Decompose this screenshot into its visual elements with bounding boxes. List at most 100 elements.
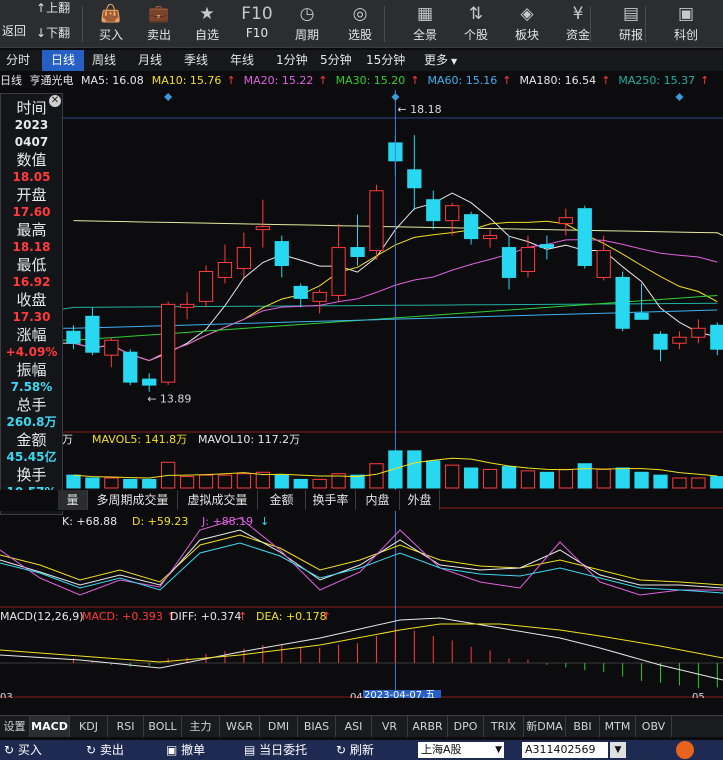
tab-indicator-7[interactable]: DMI xyxy=(260,716,298,737)
tab-period-4[interactable]: 季线 xyxy=(184,50,224,71)
tab-period-2[interactable]: 周线 xyxy=(92,50,132,71)
volume-bar xyxy=(142,478,157,489)
candle-body xyxy=(123,351,138,383)
candle-button[interactable]: ⇅ 个股 xyxy=(451,0,501,48)
tab-indicator-4[interactable]: BOLL xyxy=(144,716,182,737)
indicator-label: DMI xyxy=(267,720,290,733)
vol-tab-label: 多周期成交量 xyxy=(96,493,169,507)
tab-vol-4[interactable]: 换手率 xyxy=(306,490,356,510)
info-key: 收盘 xyxy=(16,291,47,309)
close-icon[interactable]: ✕ xyxy=(49,95,61,107)
tab-indicator-6[interactable]: W&R xyxy=(220,716,260,737)
account-dropdown-button[interactable]: ▼ xyxy=(610,742,626,758)
indicator-label: VR xyxy=(381,720,398,733)
tab-indicator-13[interactable]: TRIX xyxy=(484,716,524,737)
buy-link[interactable]: ↻ 买入 xyxy=(4,740,42,760)
candle-body xyxy=(445,205,460,222)
vol-tab-label: 换手率 xyxy=(312,493,349,507)
tab-vol-0[interactable]: 量 xyxy=(58,490,88,510)
tab-indicator-0[interactable]: 设置 xyxy=(0,716,30,737)
tab-vol-5[interactable]: 内盘 xyxy=(356,490,400,510)
x-axis-mid-label: 04 xyxy=(350,692,363,698)
tab-period-1[interactable]: 日线 xyxy=(42,50,84,71)
kline-chart[interactable]: ← 18.18 ← 13.89 万 MAVOL5: 141.8万 MAVOL10: 11… xyxy=(0,90,723,698)
tab-vol-3[interactable]: 金额 xyxy=(258,490,306,510)
volume-bar xyxy=(445,464,460,489)
tab-period-0[interactable]: 分时 xyxy=(6,50,46,71)
yen-button[interactable]: ¥ 资金 xyxy=(553,0,603,48)
period-label: 月线 xyxy=(138,53,163,67)
tab-indicator-1[interactable]: MACD xyxy=(30,716,70,737)
arrow-up-icon: ↑ xyxy=(410,74,420,87)
period-label: 15分钟 xyxy=(366,53,406,67)
account-select[interactable]: A311402569 xyxy=(522,742,608,758)
vol-tab-label: 内盘 xyxy=(365,493,390,507)
tab-indicator-2[interactable]: KDJ xyxy=(70,716,108,737)
ma-value: MA180: 16.54 xyxy=(519,74,597,87)
candle-body xyxy=(312,291,327,302)
cancel-link[interactable]: ▣ 撤单 xyxy=(166,740,205,760)
tech-button[interactable]: ▣ 科创 xyxy=(661,0,711,48)
market-select[interactable]: 上海A股 ▼ xyxy=(418,742,504,758)
star-button[interactable]: ★ 自选 xyxy=(182,0,232,48)
grid-button[interactable]: ▦ 全景 xyxy=(400,0,450,48)
page-up-button[interactable]: ↑上翻 xyxy=(36,0,70,16)
info-key: 振幅 xyxy=(16,361,47,379)
tab-period-6[interactable]: 1分钟 xyxy=(276,50,316,71)
indicator-label: W&R xyxy=(225,720,254,733)
f10-button[interactable]: F10 F10 xyxy=(232,0,282,48)
volume-bar xyxy=(691,477,706,489)
tech-icon: ▣ xyxy=(677,4,695,24)
macd-name: MACD(12,26,9) xyxy=(0,610,84,623)
today-orders-link[interactable]: ▤ 当日委托 xyxy=(244,740,307,760)
tab-indicator-10[interactable]: VR xyxy=(372,716,408,737)
tab-vol-1[interactable]: 多周期成交量 xyxy=(88,490,178,510)
tab-indicator-11[interactable]: ARBR xyxy=(408,716,448,737)
page-down-button[interactable]: ↓下翻 xyxy=(36,24,70,41)
dea-value: DEA: +0.178 xyxy=(256,610,327,623)
tab-period-8[interactable]: 15分钟 xyxy=(366,50,406,71)
tab-indicator-9[interactable]: ASI xyxy=(336,716,372,737)
cancel-label: 撤单 xyxy=(181,743,206,757)
sell-link[interactable]: ↻ 卖出 xyxy=(86,740,124,760)
period-label: 年线 xyxy=(230,53,255,67)
tab-period-3[interactable]: 月线 xyxy=(138,50,178,71)
sell-button[interactable]: 💼 卖出 xyxy=(134,0,184,48)
volume-bar xyxy=(710,476,723,489)
nav-group: 返回 ↑上翻 ↓下翻 xyxy=(0,0,80,48)
select-stock-button[interactable]: ◎ 选股 xyxy=(335,0,385,48)
info-key: 涨幅 xyxy=(16,326,47,344)
indicator-label: TRIX xyxy=(490,720,517,733)
report-button[interactable]: ▤ 研报 xyxy=(606,0,656,48)
tab-indicator-12[interactable]: DPO xyxy=(448,716,484,737)
tab-indicator-16[interactable]: MTM xyxy=(600,716,636,737)
tab-indicator-8[interactable]: BIAS xyxy=(298,716,336,737)
tab-vol-2[interactable]: 虚拟成交量 xyxy=(178,490,258,510)
buy-label: 买入 xyxy=(17,743,42,757)
tab-indicator-14[interactable]: 新DMA xyxy=(524,716,566,737)
tab-period-9[interactable]: 更多 ▼ xyxy=(424,50,468,71)
tab-indicator-17[interactable]: OBV xyxy=(636,716,672,737)
layers-button[interactable]: ◈ 板块 xyxy=(502,0,552,48)
tab-vol-6[interactable]: 外盘 xyxy=(400,490,440,510)
candle-body xyxy=(501,247,517,278)
indicator-label: DPO xyxy=(453,720,478,733)
arrow-up-icon: ↑ xyxy=(601,74,611,87)
buy-button[interactable]: 👜 买入 xyxy=(86,0,136,48)
tab-period-7[interactable]: 5分钟 xyxy=(320,50,360,71)
refresh-link[interactable]: ↻ 刷新 xyxy=(336,740,374,760)
clock-button[interactable]: ◷ 周期 xyxy=(282,0,332,48)
toolbar-button-label: 周期 xyxy=(294,28,319,42)
tab-indicator-3[interactable]: RSI xyxy=(108,716,144,737)
period-label: 日线 xyxy=(50,53,75,67)
crosshair-info-panel: ✕ 时间 2023 0407 数值 18.05 开盘 17.60 最高 18.18 最低 16.92… xyxy=(0,93,63,515)
arrow-up-icon: ↑ xyxy=(318,74,328,87)
tab-indicator-5[interactable]: 主力 xyxy=(182,716,220,737)
candle-body xyxy=(85,315,100,353)
tab-period-5[interactable]: 年线 xyxy=(230,50,270,71)
volume-bar xyxy=(520,470,536,489)
ma-value: MA250: 15.37 xyxy=(618,74,696,87)
back-button[interactable]: 返回 xyxy=(2,22,26,39)
candle-body xyxy=(255,226,270,231)
tab-indicator-15[interactable]: BBI xyxy=(566,716,600,737)
